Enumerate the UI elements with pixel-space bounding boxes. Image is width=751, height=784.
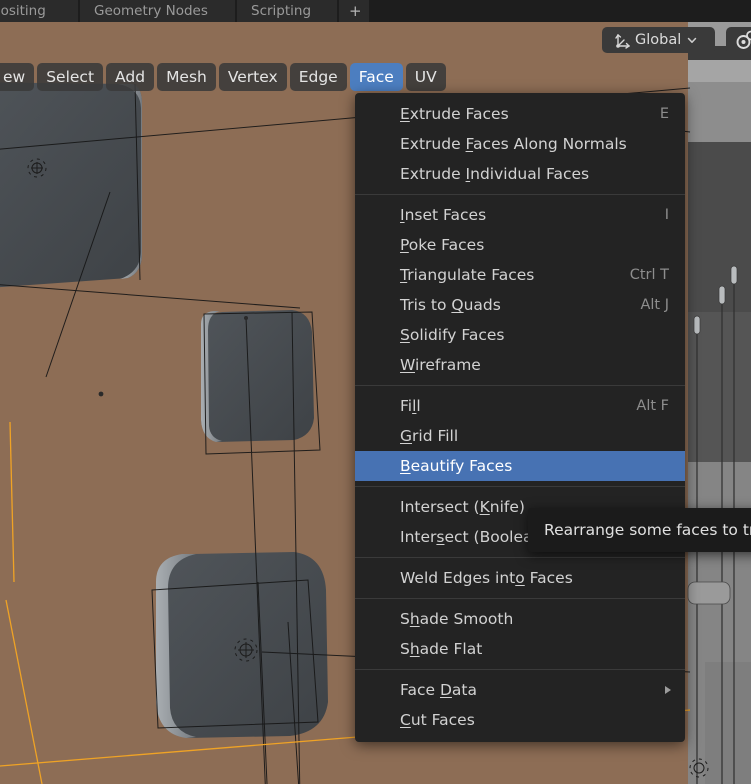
menu-uv[interactable]: UV: [405, 63, 446, 91]
menu-item-inset-faces[interactable]: Inset Faces I: [355, 200, 685, 230]
menu-separator: [355, 598, 685, 599]
blender-window: positing Geometry Nodes Scripting + Glob…: [0, 0, 751, 784]
menu-item-label: Extrude Faces: [400, 105, 509, 123]
transform-orientation-icon: [615, 34, 630, 49]
menu-item-label: Fill: [400, 397, 421, 415]
proportional-editing-icon: [736, 30, 751, 49]
menu-item-label: Tris to Quads: [400, 296, 501, 314]
menu-item-label: Inset Faces: [400, 206, 487, 224]
menu-item-weld-edges-into-faces[interactable]: Weld Edges into Faces: [355, 563, 685, 593]
menu-item-label: Extrude Individual Faces: [400, 165, 590, 183]
workspace-tabstrip: positing Geometry Nodes Scripting +: [0, 0, 751, 22]
menu-add[interactable]: Add: [106, 63, 155, 91]
menu-item-cut-faces[interactable]: Cut Faces: [355, 705, 685, 735]
menu-separator: [355, 486, 685, 487]
menu-item-extrude-individual-faces[interactable]: Extrude Individual Faces: [355, 159, 685, 189]
transform-orientation-dropdown[interactable]: Global: [602, 27, 715, 53]
menu-item-shortcut: I: [664, 207, 669, 223]
menu-item-label: Face Data: [400, 681, 477, 699]
proportional-editing-toggle[interactable]: [726, 27, 751, 53]
add-workspace-icon: +: [349, 2, 362, 20]
menu-item-label: Triangulate Faces: [400, 266, 535, 284]
workspace-tab-label: Scripting: [251, 3, 312, 19]
menu-item-label: Intersect (Boolean): [400, 528, 549, 546]
menu-item-shortcut: Alt J: [640, 297, 669, 313]
menu-item-tris-to-quads[interactable]: Tris to Quads Alt J: [355, 290, 685, 320]
menu-separator: [355, 194, 685, 195]
menu-item-beautify-faces[interactable]: Beautify Faces: [355, 451, 685, 481]
menu-item-shortcut: Alt F: [636, 398, 669, 414]
menu-item-label: Grid Fill: [400, 427, 459, 445]
menu-separator: [355, 669, 685, 670]
menu-item-triangulate-faces[interactable]: Triangulate Faces Ctrl T: [355, 260, 685, 290]
menu-item-label: Solidify Faces: [400, 326, 505, 344]
menu-item-wireframe[interactable]: Wireframe: [355, 350, 685, 380]
menu-separator: [355, 385, 685, 386]
viewport-header: Global: [0, 22, 751, 58]
face-dropdown-menu[interactable]: Extrude Faces E Extrude Faces Along Normal…: [355, 93, 685, 742]
menu-item-face-data[interactable]: Face Data: [355, 675, 685, 705]
workspace-tab-compositing[interactable]: positing: [0, 0, 78, 22]
editor-menubar: ew Select Add Mesh Vertex Edge Face UV: [0, 62, 446, 92]
menu-edge[interactable]: Edge: [289, 63, 347, 91]
menu-select[interactable]: Select: [37, 63, 104, 91]
menu-item-label: Shade Smooth: [400, 610, 514, 628]
menu-item-shade-smooth[interactable]: Shade Smooth: [355, 604, 685, 634]
menu-item-extrude-faces-along-normals[interactable]: Extrude Faces Along Normals: [355, 129, 685, 159]
tooltip: Rearrange some faces to tr: [528, 508, 751, 552]
menu-item-label: Intersect (Knife): [400, 498, 525, 516]
submenu-arrow-icon: [665, 686, 671, 694]
menu-item-shortcut: E: [659, 106, 669, 122]
menu-item-poke-faces[interactable]: Poke Faces: [355, 230, 685, 260]
menu-item-label: Weld Edges into Faces: [400, 569, 573, 587]
menu-mesh[interactable]: Mesh: [157, 63, 216, 91]
menu-item-label: Wireframe: [400, 356, 481, 374]
menu-item-fill[interactable]: Fill Alt F: [355, 391, 685, 421]
menu-item-solidify-faces[interactable]: Solidify Faces: [355, 320, 685, 350]
add-workspace-tab-button[interactable]: +: [339, 0, 369, 22]
menu-vertex[interactable]: Vertex: [218, 63, 287, 91]
workspace-tab-label: Geometry Nodes: [94, 3, 208, 19]
menu-item-shade-flat[interactable]: Shade Flat: [355, 634, 685, 664]
tooltip-text: Rearrange some faces to tr: [544, 521, 751, 539]
menu-face[interactable]: Face: [349, 63, 403, 91]
workspace-tab-label: positing: [0, 3, 46, 19]
menu-item-label: Poke Faces: [400, 236, 485, 254]
workspace-tab-geometry-nodes[interactable]: Geometry Nodes: [80, 0, 235, 22]
menu-item-label: Extrude Faces Along Normals: [400, 135, 627, 153]
menu-item-grid-fill[interactable]: Grid Fill: [355, 421, 685, 451]
transform-orientation-label: Global: [635, 32, 682, 48]
workspace-tab-scripting[interactable]: Scripting: [237, 0, 337, 22]
menu-item-label: Beautify Faces: [400, 457, 513, 475]
chevron-down-icon: [688, 37, 697, 43]
menu-item-label: Shade Flat: [400, 640, 483, 658]
menu-item-shortcut: Ctrl T: [629, 267, 669, 283]
menu-item-label: Cut Faces: [400, 711, 475, 729]
menu-item-extrude-faces[interactable]: Extrude Faces E: [355, 99, 685, 129]
menu-view[interactable]: ew: [0, 63, 35, 91]
menu-separator: [355, 557, 685, 558]
